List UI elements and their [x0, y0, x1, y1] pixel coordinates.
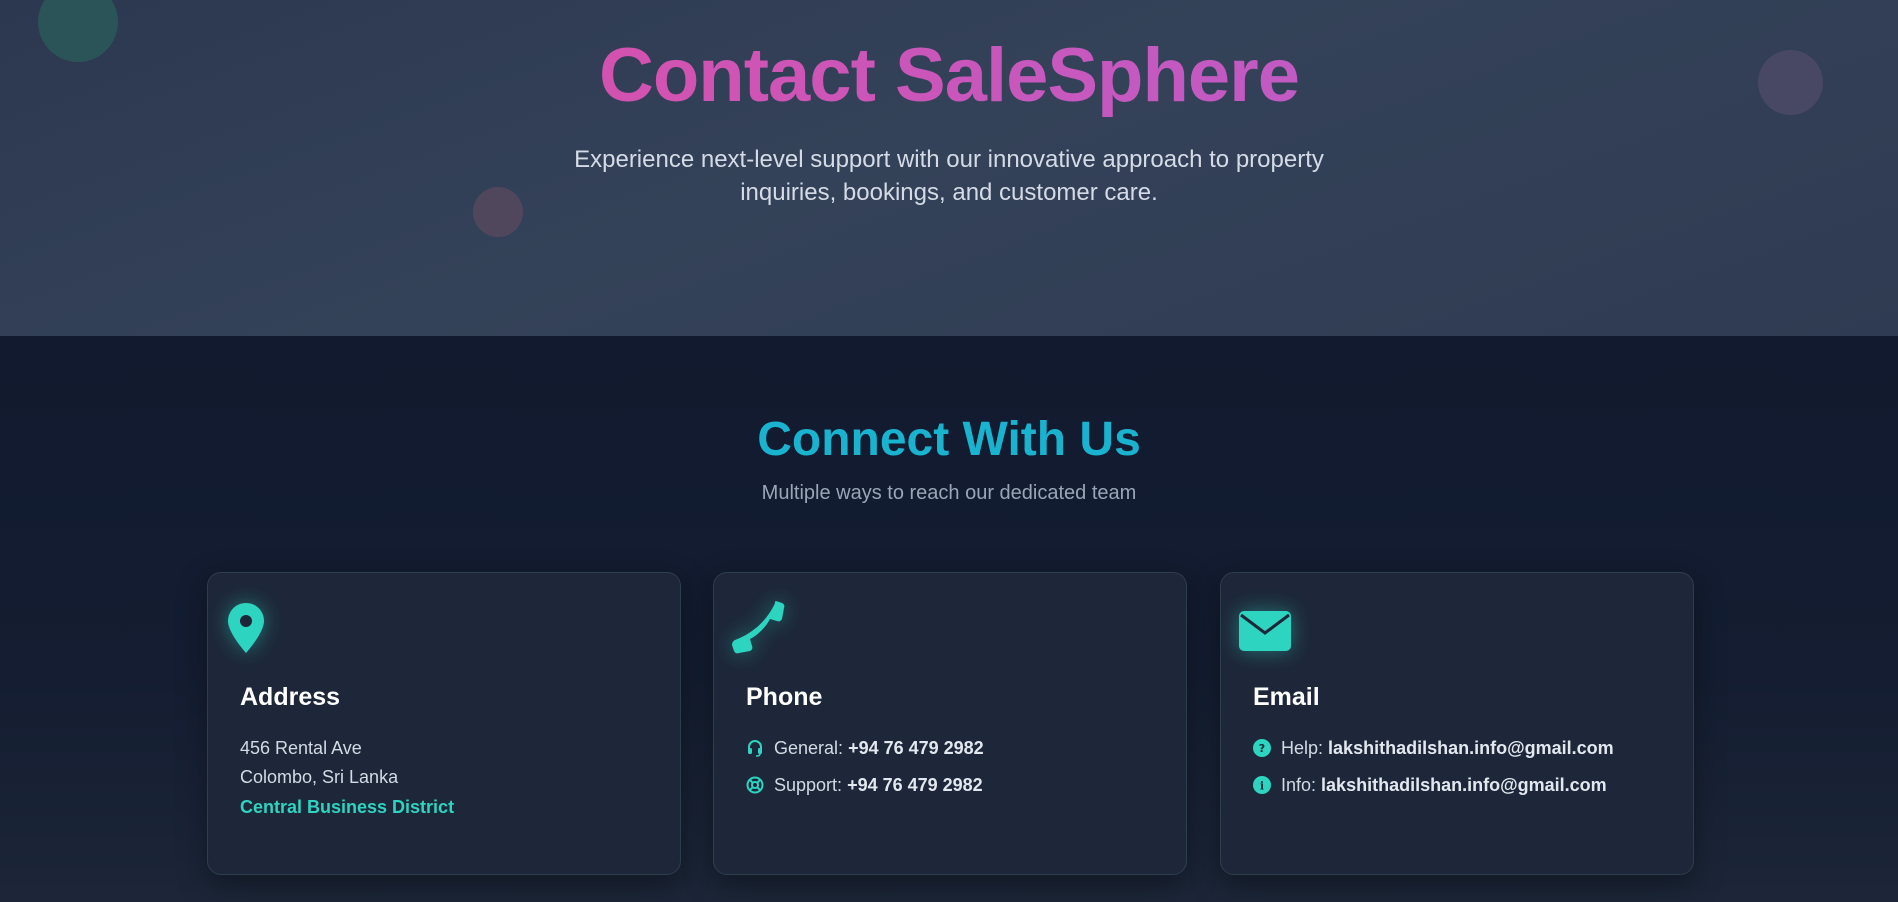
section-title: Connect With Us [757, 413, 1141, 466]
phone-general-label: General: [774, 738, 844, 758]
address-card: Address 456 Rental Ave Colombo, Sri Lank… [207, 572, 681, 875]
map-pin-icon [228, 603, 264, 653]
address-line: Colombo, Sri Lanka [240, 767, 399, 787]
card-title: Address [240, 683, 341, 711]
email-info-row: i Info: lakshithadilshan.info@gmail.com [1253, 775, 1607, 796]
email-card: Email ? Help: lakshithadilshan.info@gmai… [1220, 572, 1694, 875]
phone-support-label: Support: [774, 775, 843, 795]
contact-section: Connect With Us Multiple ways to reach o… [0, 336, 1898, 902]
decorative-bubble [473, 187, 523, 237]
email-help-row: ? Help: lakshithadilshan.info@gmail.com [1253, 738, 1614, 759]
phone-support-row: Support: +94 76 479 2982 [746, 775, 983, 796]
envelope-icon [1239, 611, 1291, 651]
phone-icon [732, 601, 785, 654]
question-circle-icon: ? [1253, 739, 1271, 757]
phone-general-number[interactable]: +94 76 479 2982 [848, 738, 984, 758]
page-title: Contact SaleSphere [0, 32, 1898, 119]
svg-text:?: ? [1259, 742, 1265, 755]
phone-card: Phone General: +94 76 479 2982 Support: … [713, 572, 1187, 875]
svg-text:i: i [1260, 780, 1264, 793]
card-title: Phone [746, 683, 823, 711]
section-subtitle: Multiple ways to reach our dedicated tea… [761, 482, 1137, 504]
page-subtitle: Experience next-level support with our i… [574, 146, 1324, 206]
lifebuoy-icon [746, 776, 764, 794]
card-title: Email [1253, 683, 1320, 711]
phone-support-number[interactable]: +94 76 479 2982 [847, 775, 983, 795]
email-help-label: Help: [1281, 738, 1324, 758]
email-info-label: Info: [1281, 775, 1317, 795]
phone-general-row: General: +94 76 479 2982 [746, 738, 984, 759]
email-info-address[interactable]: lakshithadilshan.info@gmail.com [1321, 775, 1607, 795]
email-help-address[interactable]: lakshithadilshan.info@gmail.com [1328, 738, 1614, 758]
info-circle-icon: i [1253, 776, 1271, 794]
address-line: 456 Rental Ave [240, 738, 362, 758]
headset-icon [748, 740, 762, 757]
address-district: Central Business District [240, 797, 455, 817]
hero-section: Contact SaleSphere Experience next-level… [0, 0, 1898, 336]
